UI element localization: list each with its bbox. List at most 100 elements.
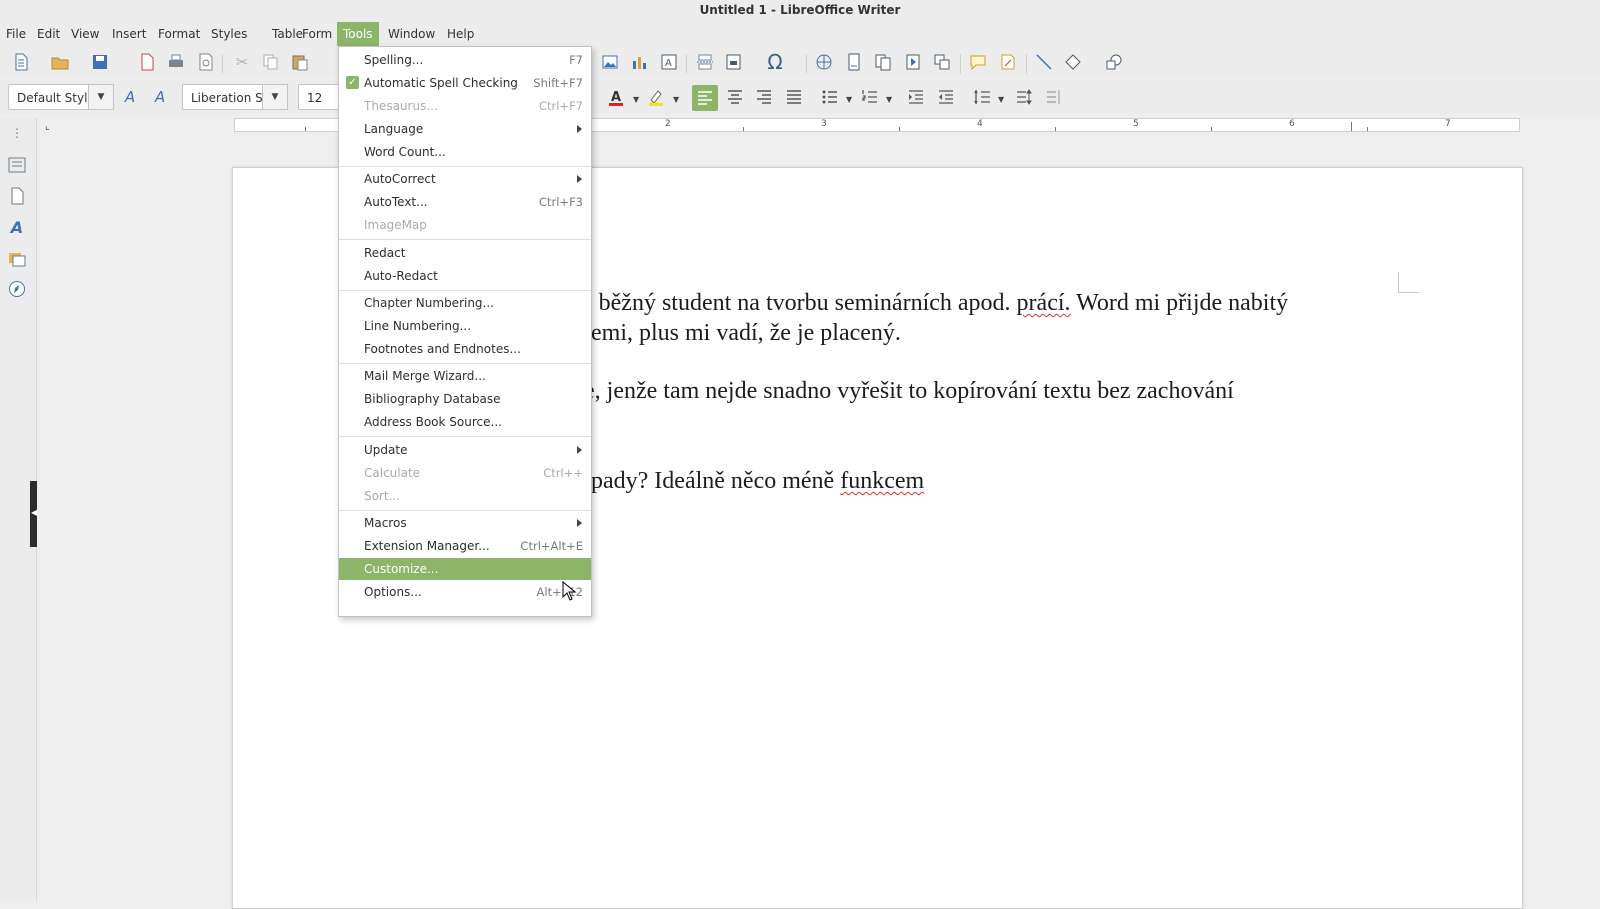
paragraph-spacing-increase-icon[interactable] bbox=[1013, 86, 1035, 108]
insert-chart-icon[interactable] bbox=[628, 51, 650, 73]
menuitem-bibliography-database[interactable]: Bibliography Database bbox=[339, 388, 591, 410]
menu-window[interactable]: Window bbox=[382, 22, 441, 46]
menuitem-line-numbering[interactable]: Line Numbering... bbox=[339, 315, 591, 337]
styles-icon[interactable]: A bbox=[6, 216, 28, 238]
menuitem-label: Thesaurus... bbox=[364, 99, 438, 113]
menuitem-automatic-spell-checking[interactable]: ✓ Automatic Spell Checking Shift+F7 bbox=[339, 72, 591, 94]
menuitem-auto-redact[interactable]: Auto-Redact bbox=[339, 265, 591, 287]
copy-icon[interactable] bbox=[260, 51, 282, 73]
misspelled-word[interactable]: prácí. bbox=[1017, 290, 1071, 316]
menu-edit[interactable]: Edit bbox=[31, 22, 66, 46]
navigator-icon[interactable] bbox=[6, 278, 28, 300]
checkmark-icon: ✓ bbox=[346, 76, 359, 89]
highlight-icon[interactable] bbox=[645, 86, 667, 108]
page-icon[interactable] bbox=[6, 185, 28, 207]
insert-field-icon[interactable] bbox=[723, 51, 745, 73]
chevron-down-icon[interactable]: ▼ bbox=[886, 95, 892, 104]
menuitem-extension-manager[interactable]: Extension Manager... Ctrl+Alt+E bbox=[339, 535, 591, 557]
submenu-arrow-icon bbox=[577, 175, 582, 183]
menuitem-customize[interactable]: Customize... bbox=[339, 558, 591, 580]
special-character-icon[interactable]: Ω bbox=[764, 50, 786, 74]
menuitem-spelling[interactable]: Spelling... F7 bbox=[339, 49, 591, 71]
menuitem-autocorrect[interactable]: AutoCorrect bbox=[339, 168, 591, 190]
track-changes-icon[interactable] bbox=[997, 51, 1019, 73]
chevron-down-icon[interactable]: ▼ bbox=[846, 95, 852, 104]
bullet-list-icon[interactable] bbox=[819, 86, 841, 108]
menu-tools[interactable]: Tools bbox=[337, 22, 379, 46]
paragraph-spacing-decrease-icon[interactable] bbox=[1043, 86, 1065, 108]
page-break-icon[interactable] bbox=[694, 51, 716, 73]
tab-stop-icon[interactable]: ⌞ bbox=[45, 121, 50, 132]
ruler-tick bbox=[899, 127, 900, 131]
new-style-icon[interactable]: A bbox=[149, 86, 171, 108]
export-pdf-icon[interactable] bbox=[136, 51, 158, 73]
decrease-indent-icon[interactable] bbox=[935, 86, 957, 108]
justify-icon[interactable] bbox=[783, 86, 805, 108]
menu-insert[interactable]: Insert bbox=[106, 22, 152, 46]
new-document-icon[interactable] bbox=[10, 51, 32, 73]
menu-view[interactable]: View bbox=[65, 22, 105, 46]
update-style-icon[interactable]: A bbox=[119, 86, 141, 108]
menuitem-footnotes-endnotes[interactable]: Footnotes and Endnotes... bbox=[339, 338, 591, 360]
paste-icon[interactable] bbox=[289, 51, 311, 73]
doc-line-2[interactable]: emi, plus mi vadí, že je placený. bbox=[591, 320, 901, 347]
chevron-down-icon[interactable]: ▼ bbox=[673, 95, 679, 104]
separator bbox=[222, 54, 223, 74]
menuitem-mail-merge-wizard[interactable]: Mail Merge Wizard... bbox=[339, 365, 591, 387]
font-color-icon[interactable]: A bbox=[605, 86, 627, 108]
menuitem-update[interactable]: Update bbox=[339, 439, 591, 461]
numbered-list-icon[interactable] bbox=[859, 86, 881, 108]
menuitem-options[interactable]: Options... Alt+F12 bbox=[339, 581, 591, 603]
cross-reference-icon[interactable] bbox=[931, 51, 953, 73]
chevron-down-icon[interactable]: ▼ bbox=[633, 95, 639, 104]
menu-format[interactable]: Format bbox=[152, 22, 206, 46]
footnote-icon[interactable] bbox=[843, 51, 865, 73]
align-center-icon[interactable] bbox=[724, 86, 746, 108]
print-icon[interactable] bbox=[165, 51, 187, 73]
hyperlink-icon[interactable] bbox=[813, 51, 835, 73]
more-options-icon[interactable]: ⋮ bbox=[6, 122, 28, 144]
insert-image-icon[interactable] bbox=[599, 51, 621, 73]
menuitem-label: Auto-Redact bbox=[364, 269, 438, 283]
menu-styles[interactable]: Styles bbox=[205, 22, 253, 46]
cut-icon[interactable]: ✂ bbox=[231, 51, 253, 73]
increase-indent-icon[interactable] bbox=[905, 86, 927, 108]
ruler-tick bbox=[743, 127, 744, 131]
menuitem-word-count[interactable]: Word Count... bbox=[339, 141, 591, 163]
menuitem-macros[interactable]: Macros bbox=[339, 512, 591, 534]
endnote-icon[interactable] bbox=[872, 51, 894, 73]
right-indent-marker[interactable] bbox=[1351, 122, 1352, 131]
doc-line-4[interactable]: pady? Ideálně něco méně funkcem bbox=[591, 468, 924, 495]
align-right-icon[interactable] bbox=[753, 86, 775, 108]
align-left-icon[interactable] bbox=[692, 85, 718, 111]
chevron-down-icon[interactable]: ▼ bbox=[88, 84, 114, 110]
menuitem-address-book-source[interactable]: Address Book Source... bbox=[339, 411, 591, 433]
basic-shapes-icon[interactable] bbox=[1062, 51, 1084, 73]
save-icon[interactable] bbox=[89, 51, 111, 73]
menuitem-redact[interactable]: Redact bbox=[339, 242, 591, 264]
print-preview-icon[interactable] bbox=[195, 51, 217, 73]
doc-line-1[interactable]: e běžný student na tvorbu seminárních ap… bbox=[582, 290, 1288, 317]
doc-line-3[interactable]: e, jenže tam nejde snadno vyřešit to kop… bbox=[584, 378, 1234, 405]
line-spacing-icon[interactable] bbox=[971, 86, 993, 108]
insert-textbox-icon[interactable]: A bbox=[658, 51, 680, 73]
gallery-icon[interactable] bbox=[6, 248, 28, 270]
misspelled-word[interactable]: funkcem bbox=[840, 468, 924, 494]
bookmark-icon[interactable] bbox=[902, 51, 924, 73]
font-size-select[interactable]: 12 bbox=[298, 84, 340, 110]
properties-icon[interactable] bbox=[6, 154, 28, 176]
line-icon[interactable] bbox=[1033, 51, 1055, 73]
open-icon[interactable] bbox=[49, 51, 71, 73]
comment-icon[interactable] bbox=[967, 51, 989, 73]
menu-help[interactable]: Help bbox=[441, 22, 480, 46]
menuitem-autotext[interactable]: AutoText... Ctrl+F3 bbox=[339, 191, 591, 213]
chevron-down-icon[interactable]: ▼ bbox=[262, 84, 288, 110]
menuitem-language[interactable]: Language bbox=[339, 118, 591, 140]
menu-form[interactable]: Form bbox=[296, 22, 338, 46]
chevron-down-icon[interactable]: ▼ bbox=[998, 95, 1004, 104]
menuitem-chapter-numbering[interactable]: Chapter Numbering... bbox=[339, 292, 591, 314]
draw-functions-icon[interactable] bbox=[1103, 51, 1125, 73]
menu-file[interactable]: File bbox=[0, 22, 32, 46]
font-name-select[interactable]: Liberation S bbox=[182, 84, 266, 110]
paragraph-style-select[interactable]: Default Styl bbox=[8, 84, 92, 110]
